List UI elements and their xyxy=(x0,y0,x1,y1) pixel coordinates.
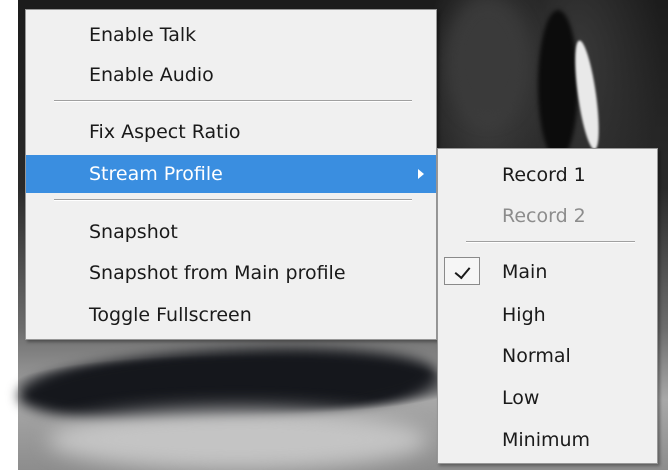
menu-item-label: Snapshot xyxy=(89,221,178,243)
submenu-item-label: Main xyxy=(502,261,548,283)
submenu-item-label: Minimum xyxy=(502,429,591,451)
submenu-item-record-1[interactable]: Record 1 xyxy=(438,156,657,194)
submenu-item-label: Record 2 xyxy=(502,205,586,227)
submenu-item-label: Record 1 xyxy=(502,164,586,186)
menu-item-label: Snapshot from Main profile xyxy=(89,262,346,284)
submenu-item-record-2: Record 2 xyxy=(438,197,657,235)
submenu-item-label: High xyxy=(502,304,546,326)
screen: Enable Talk Enable Audio Fix Aspect Rati… xyxy=(0,0,668,470)
submenu-item-label: Low xyxy=(502,387,540,409)
menu-item-toggle-fullscreen[interactable]: Toggle Fullscreen xyxy=(26,296,436,334)
video-shape xyxy=(448,0,528,120)
stream-profile-submenu: Record 1 Record 2 Main High Normal Low M… xyxy=(437,148,658,464)
menu-item-label: Stream Profile xyxy=(89,163,223,185)
menu-item-snapshot-main-profile[interactable]: Snapshot from Main profile xyxy=(26,254,436,292)
menu-item-stream-profile[interactable]: Stream Profile xyxy=(26,155,436,193)
menu-item-enable-audio[interactable]: Enable Audio xyxy=(26,56,436,94)
checkmark-icon xyxy=(454,262,471,280)
submenu-item-high[interactable]: High xyxy=(438,296,657,334)
video-shape xyxy=(48,410,428,470)
check-box xyxy=(444,257,480,285)
menu-separator xyxy=(54,100,412,102)
chevron-right-icon xyxy=(418,169,424,179)
submenu-item-main[interactable]: Main xyxy=(438,253,657,291)
menu-item-label: Toggle Fullscreen xyxy=(89,304,252,326)
submenu-item-normal[interactable]: Normal xyxy=(438,337,657,375)
submenu-item-low[interactable]: Low xyxy=(438,379,657,417)
submenu-separator xyxy=(466,241,635,243)
submenu-item-label: Normal xyxy=(502,345,571,367)
menu-item-enable-talk[interactable]: Enable Talk xyxy=(26,16,436,54)
menu-item-snapshot[interactable]: Snapshot xyxy=(26,213,436,251)
submenu-item-minimum[interactable]: Minimum xyxy=(438,421,657,459)
menu-item-label: Enable Audio xyxy=(89,64,214,86)
menu-item-fix-aspect-ratio[interactable]: Fix Aspect Ratio xyxy=(26,113,436,151)
menu-item-label: Enable Talk xyxy=(89,24,197,46)
menu-separator xyxy=(54,199,412,201)
context-menu: Enable Talk Enable Audio Fix Aspect Rati… xyxy=(25,9,437,340)
menu-item-label: Fix Aspect Ratio xyxy=(89,121,241,143)
video-shape xyxy=(538,10,578,160)
